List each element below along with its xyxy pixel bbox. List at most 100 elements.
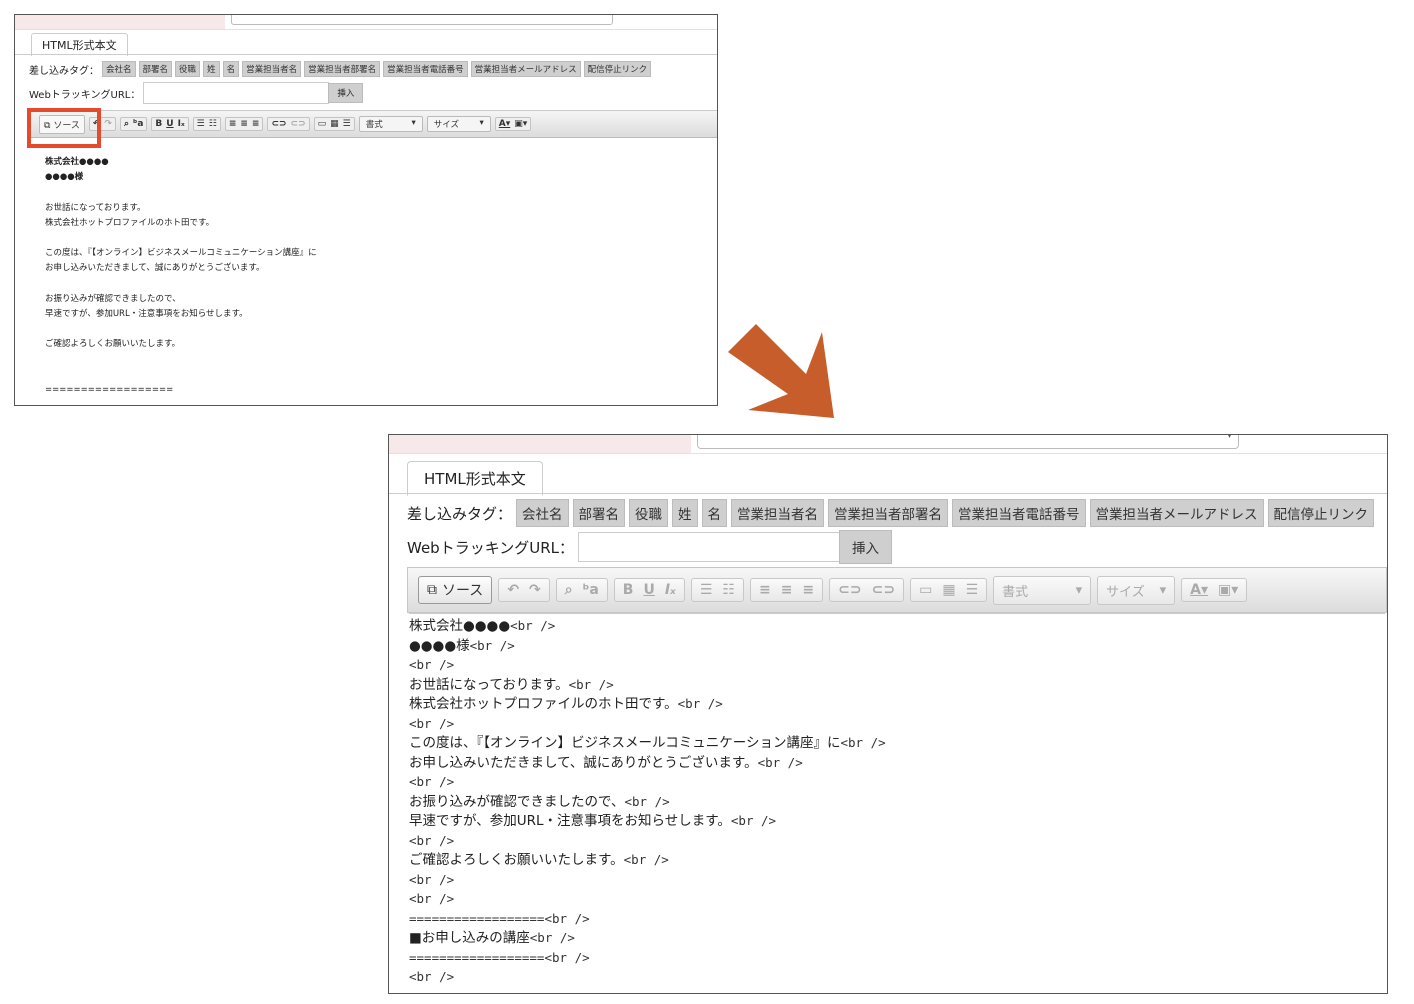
merge-tag-button[interactable]: 名 — [222, 61, 240, 77]
editor-screenshot-after: ▾ HTML形式本文 差し込みタグ： 会社名 部署名 役職 姓 名 営業担当者名… — [388, 434, 1388, 994]
merge-tag-button[interactable]: 営業担当者電話番号 — [383, 61, 468, 77]
align-group: ≡ ≡ ≡ — [224, 117, 264, 131]
list-group: ☰ ☷ — [690, 578, 744, 602]
text-color-icon[interactable]: A▾ — [499, 119, 510, 129]
body-line: お世話になっております。 — [45, 202, 146, 213]
align-right-icon[interactable]: ≡ — [252, 119, 260, 129]
insert-button[interactable]: 挿入 — [839, 530, 893, 564]
link-icon[interactable]: ⊂⊃ — [271, 119, 286, 129]
underline-icon[interactable]: U — [643, 582, 654, 598]
tab-html-body[interactable]: HTML形式本文 — [31, 33, 128, 56]
source-button[interactable]: ⧉ ソース — [418, 576, 493, 604]
size-dropdown[interactable]: サイズ ▾ — [1097, 575, 1176, 605]
merge-tag-button[interactable]: 部署名 — [572, 499, 626, 527]
rich-text-body[interactable]: 株式会社●●●● ●●●●様 お世話になっております。 株式会社ホットプロファイ… — [45, 155, 317, 398]
size-dropdown[interactable]: サイズ ▾ — [426, 116, 491, 132]
link-icon[interactable]: ⊂⊃ — [838, 582, 861, 598]
undo-icon[interactable]: ↶ — [507, 582, 519, 598]
body-line: 早速ですが、参加URL・注意事項をお知らせします。 — [45, 308, 248, 319]
search-icon[interactable]: ⌕ — [565, 582, 573, 598]
source-line: <br /> — [409, 774, 455, 789]
merge-tag-button[interactable]: 営業担当者部署名 — [304, 61, 381, 77]
align-left-icon[interactable]: ≡ — [759, 582, 771, 598]
align-left-icon[interactable]: ≡ — [229, 119, 237, 129]
source-button-highlight — [27, 108, 101, 148]
bulleted-list-icon[interactable]: ☷ — [209, 119, 217, 129]
merge-tag-button[interactable]: 姓 — [203, 61, 220, 77]
find-group: ⌕ ᵇa — [555, 578, 608, 602]
background-color-icon[interactable]: ▣▾ — [514, 119, 527, 129]
insert-group: ▭ ▦ ☰ — [910, 578, 988, 602]
insert-group: ▭ ▦ ☰ — [313, 117, 355, 131]
body-line — [45, 352, 317, 367]
remove-format-icon[interactable]: Iₓ — [665, 582, 676, 598]
merge-tag-button[interactable]: 営業担当者名 — [731, 499, 825, 527]
editor-screenshot-before: HTML形式本文 差し込みタグ： 会社名 部署名 役職 姓 名 営業担当者名 営… — [14, 14, 718, 406]
search-icon[interactable]: ⌕ — [124, 119, 129, 129]
horizontal-rule-icon[interactable]: ☰ — [966, 582, 979, 598]
arrow-down-right-icon — [728, 324, 834, 418]
text-color-icon[interactable]: A▾ — [1190, 582, 1208, 598]
unlink-icon[interactable]: ⊂⊃ — [291, 119, 306, 129]
merge-tag-button[interactable]: 配信停止リンク — [1267, 499, 1375, 527]
remove-format-icon[interactable]: Iₓ — [178, 119, 185, 129]
bold-icon[interactable]: B — [155, 119, 162, 129]
merge-tag-button[interactable]: 部署名 — [138, 61, 173, 77]
chevron-down-icon: ▾ — [1075, 582, 1083, 598]
body-line: ご確認よろしくお願いいたします。 — [45, 339, 181, 350]
merge-tag-button[interactable]: 名 — [701, 499, 728, 527]
merge-tag-button[interactable]: 会社名 — [102, 61, 136, 77]
source-line: 早速ですが、参加URL・注意事項をお知らせします。<br /> — [409, 813, 777, 829]
numbered-list-icon[interactable]: ☰ — [197, 119, 205, 129]
background-color-icon[interactable]: ▣▾ — [1218, 582, 1238, 598]
body-line: ●●●●様 — [45, 172, 84, 183]
numbered-list-icon[interactable]: ☰ — [700, 582, 713, 598]
unlink-icon[interactable]: ⊂⊃ — [872, 582, 895, 598]
merge-tag-button[interactable]: 営業担当者メールアドレス — [1089, 499, 1264, 527]
format-dropdown[interactable]: 書式 ▾ — [358, 116, 423, 132]
table-icon[interactable]: ▦ — [330, 119, 339, 129]
merge-tag-button[interactable]: 営業担当者部署名 — [828, 499, 949, 527]
merge-tag-button[interactable]: 営業担当者名 — [242, 61, 302, 77]
table-icon[interactable]: ▦ — [942, 582, 955, 598]
align-right-icon[interactable]: ≡ — [802, 582, 814, 598]
tab-html-body[interactable]: HTML形式本文 — [407, 461, 543, 496]
body-line — [45, 368, 317, 383]
source-line: <br /> — [409, 657, 455, 672]
tracking-url-input[interactable] — [143, 82, 330, 104]
source-line: 株式会社●●●●<br /> — [409, 618, 556, 634]
replace-icon[interactable]: ᵇa — [583, 582, 599, 598]
source-line: ==================<br /> — [409, 910, 590, 926]
horizontal-rule-icon[interactable]: ☰ — [343, 119, 351, 129]
merge-tag-button[interactable]: 営業担当者メールアドレス — [470, 61, 581, 77]
source-line: ご確認よろしくお願いいたします。<br /> — [409, 852, 669, 868]
image-icon[interactable]: ▭ — [919, 582, 932, 598]
source-line: ■お申し込みの講座<br /> — [409, 930, 575, 946]
insert-button[interactable]: 挿入 — [328, 83, 364, 103]
template-select[interactable] — [231, 15, 613, 25]
link-group: ⊂⊃ ⊂⊃ — [829, 578, 905, 602]
color-group: A▾ ▣▾ — [494, 117, 532, 131]
redo-icon[interactable]: ↷ — [104, 119, 112, 129]
template-select[interactable]: ▾ — [697, 435, 1239, 449]
merge-tag-button[interactable]: 営業担当者電話番号 — [952, 499, 1086, 527]
bold-icon[interactable]: B — [623, 582, 634, 598]
image-icon[interactable]: ▭ — [318, 119, 327, 129]
format-dropdown[interactable]: 書式 ▾ — [993, 575, 1092, 605]
editor-toolbar: ⧉ ソース ↶ ↷ ⌕ ᵇa B U Iₓ ☰ ☷ ≡ ≡ ≡ ⊂⊃ ⊂⊃ ▭ ▦ ☰ 書式 ▾ サ… — [29, 110, 717, 138]
merge-tag-button[interactable]: 役職 — [629, 499, 669, 527]
align-center-icon[interactable]: ≡ — [240, 119, 248, 129]
redo-icon[interactable]: ↷ — [529, 582, 541, 598]
underline-icon[interactable]: U — [166, 119, 173, 129]
align-center-icon[interactable]: ≡ — [781, 582, 793, 598]
tracking-url-label: WebトラッキングURL： — [29, 89, 141, 101]
replace-icon[interactable]: ᵇa — [133, 119, 143, 129]
tracking-url-input[interactable] — [578, 532, 841, 562]
merge-tag-button[interactable]: 会社名 — [516, 499, 569, 527]
merge-tag-button[interactable]: 配信停止リンク — [583, 61, 652, 77]
merge-tag-button[interactable]: 役職 — [175, 61, 201, 77]
html-source-textarea[interactable]: 株式会社●●●●<br /> ●●●●様<br /> <br /> お世話になっ… — [409, 613, 1385, 991]
merge-tag-button[interactable]: 姓 — [672, 499, 698, 527]
bulleted-list-icon[interactable]: ☷ — [722, 582, 735, 598]
body-line — [45, 231, 317, 246]
